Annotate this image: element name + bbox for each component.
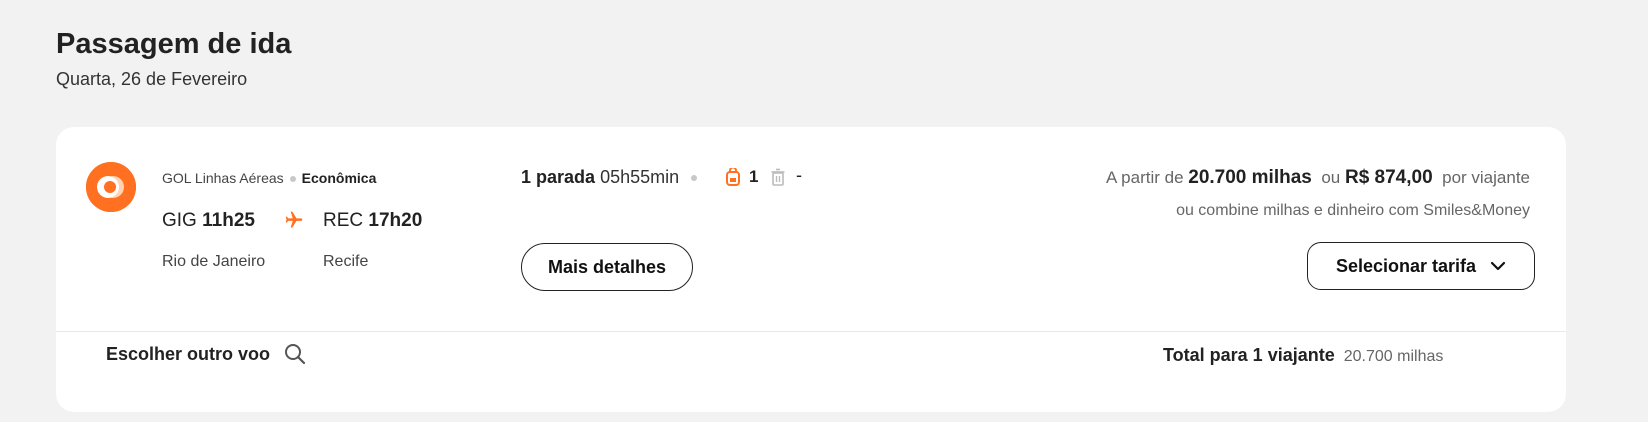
smiles-money-note: ou combine milhas e dinheiro com Smiles&…	[1176, 202, 1530, 219]
dest-code: REC	[323, 210, 364, 231]
select-fare-button[interactable]: Selecionar tarifa	[1307, 242, 1535, 290]
card-divider	[56, 331, 1566, 332]
airline-info: GOL Linhas Aéreas Econômica	[162, 170, 376, 186]
page-subtitle: Quarta, 26 de Fevereiro	[56, 69, 248, 89]
price-money: R$ 874,00	[1344, 167, 1433, 188]
bag-count: 1	[749, 167, 759, 186]
airline-name: GOL Linhas Aéreas	[162, 170, 284, 186]
price-line: A partir de 20.700 milhas ou R$ 874,00 p…	[1106, 167, 1530, 189]
total-label: Total para 1 viajante	[1163, 345, 1335, 365]
page-title: Passagem de ida	[56, 28, 292, 60]
search-icon	[285, 344, 306, 365]
choose-other-flight-link[interactable]: Escolher outro voo	[106, 343, 306, 365]
select-fare-label: Selecionar tarifa	[1335, 255, 1477, 276]
choose-other-flight-label: Escolher outro voo	[106, 343, 271, 364]
total-miles: 20.700 milhas	[1343, 348, 1444, 365]
airline-logo-icon	[86, 162, 136, 212]
duration: 05h55min	[600, 167, 680, 187]
price-prefix: A partir de	[1106, 168, 1184, 187]
cabin-class: Econômica	[301, 170, 377, 186]
flight-card: GOL Linhas Aéreas Econômica GIG 11h25 REC…	[56, 127, 1566, 412]
stops-count: 1 parada	[521, 167, 596, 187]
price-or: ou	[1321, 168, 1341, 187]
origin-time: 11h25	[202, 210, 255, 231]
backpack-icon	[726, 168, 740, 186]
total-summary: Total para 1 viajante 20.700 milhas	[1163, 345, 1443, 366]
origin-city: Rio de Janeiro	[162, 253, 266, 270]
separator-dot	[289, 176, 296, 183]
airplane-icon	[285, 211, 303, 228]
arrival: REC 17h20	[323, 210, 422, 232]
dest-time: 17h20	[368, 210, 423, 231]
separator-dot	[691, 175, 698, 182]
departure: GIG 11h25	[162, 210, 255, 232]
price-suffix: por viajante	[1442, 168, 1530, 187]
origin-code: GIG	[162, 210, 197, 231]
stops-info: 1 parada 05h55min	[521, 167, 709, 188]
trash-icon	[771, 168, 785, 186]
chevron-down-icon	[1490, 261, 1506, 271]
details-button[interactable]: Mais detalhes	[521, 243, 693, 291]
carry-on-value: -	[796, 165, 802, 185]
price-miles: 20.700 milhas	[1188, 167, 1312, 188]
dest-city: Recife	[323, 253, 369, 270]
